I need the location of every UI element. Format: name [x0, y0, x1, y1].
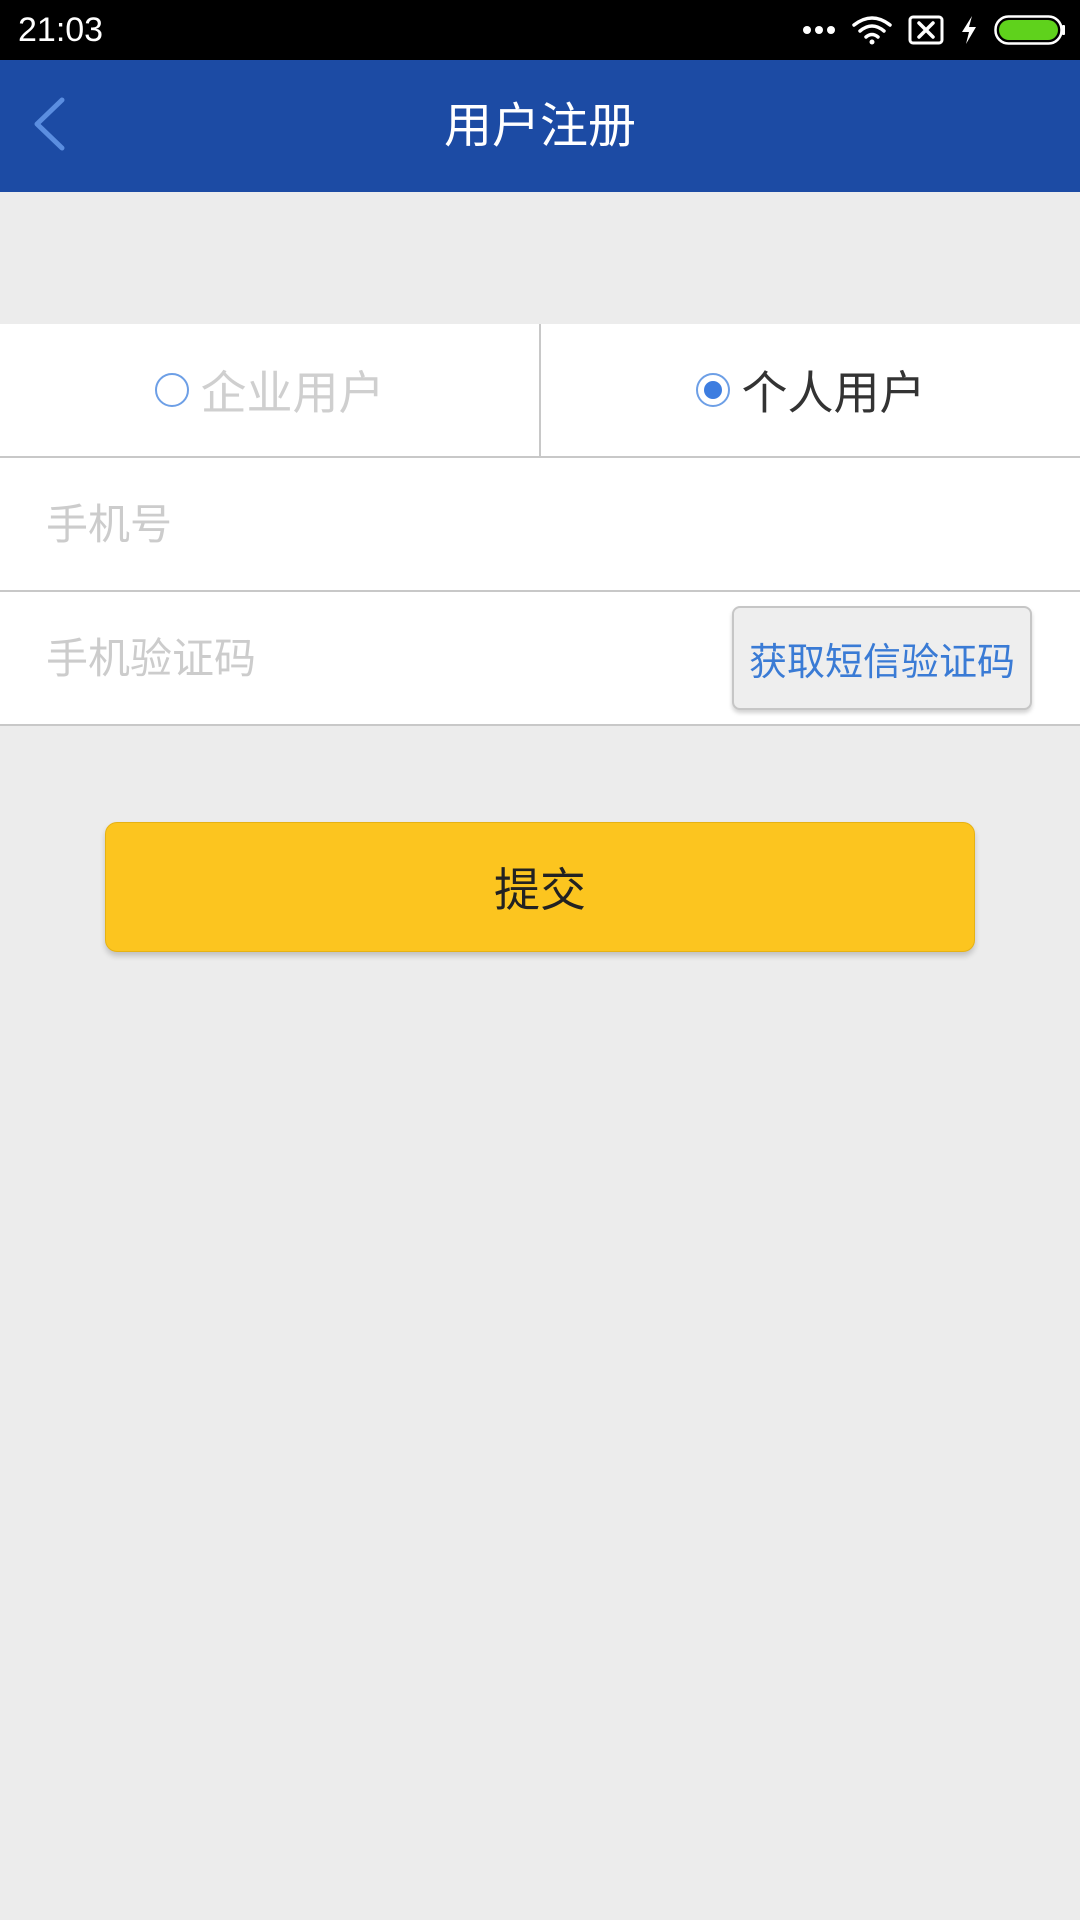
title-bar: 用户注册 — [0, 60, 1080, 192]
personal-user-label: 个人用户 — [741, 366, 926, 420]
code-row: 获取短信验证码 — [0, 592, 1080, 726]
status-icons — [786, 10, 1066, 50]
enterprise-radio[interactable] — [154, 373, 189, 407]
battery-icon — [994, 15, 1066, 45]
page-title: 用户注册 — [443, 98, 636, 154]
personal-radio[interactable] — [695, 373, 730, 407]
status-time: 21:03 — [18, 11, 104, 49]
personal-user-option[interactable]: 个人用户 — [541, 324, 1080, 456]
phone-row — [0, 458, 1080, 592]
enterprise-user-option[interactable]: 企业用户 — [0, 324, 539, 456]
phone-input[interactable] — [46, 458, 1036, 590]
submit-button[interactable]: 提交 — [105, 822, 975, 952]
enterprise-user-label: 企业用户 — [200, 366, 385, 420]
charging-icon — [960, 15, 978, 45]
wifi-icon — [852, 15, 892, 45]
sms-code-input[interactable] — [46, 592, 706, 724]
more-dots-icon — [802, 25, 836, 35]
status-bar: 21:03 — [0, 0, 1080, 60]
user-type-selector: 企业用户 个人用户 — [0, 324, 1080, 458]
sim-error-icon — [908, 15, 944, 45]
get-sms-code-button[interactable]: 获取短信验证码 — [732, 606, 1032, 710]
